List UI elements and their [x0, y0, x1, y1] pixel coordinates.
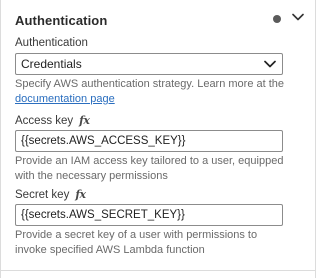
- access-key-help: Provide an IAM access key tailored to a …: [15, 155, 284, 182]
- authentication-select-value: Credentials: [21, 57, 82, 71]
- section-divider: [1, 270, 315, 271]
- secret-key-label: Secret key fx: [15, 188, 86, 201]
- fx-icon[interactable]: fx: [75, 188, 86, 201]
- access-key-input[interactable]: {{secrets.AWS_ACCESS_KEY}}: [15, 130, 283, 152]
- section-title: Authentication: [15, 12, 108, 28]
- secret-key-value: {{secrets.AWS_SECRET_KEY}}: [21, 209, 185, 221]
- secret-key-label-text: Secret key: [15, 188, 70, 201]
- authentication-label-text: Authentication: [15, 37, 88, 49]
- select-chevron-down-icon: [264, 57, 276, 71]
- access-key-value: {{secrets.AWS_ACCESS_KEY}}: [21, 135, 186, 147]
- authentication-section-header[interactable]: Authentication: [1, 0, 315, 40]
- authentication-help: Specify AWS authentication strategy. Lea…: [15, 77, 287, 107]
- documentation-link[interactable]: documentation page: [15, 93, 115, 105]
- access-key-label: Access key fx: [15, 114, 90, 127]
- header-actions: [273, 13, 304, 24]
- chevron-down-icon[interactable]: [291, 10, 305, 24]
- status-dot-icon: [273, 14, 281, 23]
- authentication-label: Authentication: [15, 37, 88, 49]
- authentication-help-text: Specify AWS authentication strategy. Lea…: [15, 78, 285, 90]
- access-key-label-text: Access key: [15, 114, 74, 127]
- properties-panel: Authentication Authentication Credential…: [0, 0, 316, 278]
- authentication-select[interactable]: Credentials: [15, 53, 283, 75]
- fx-icon[interactable]: fx: [79, 114, 90, 127]
- secret-key-input[interactable]: {{secrets.AWS_SECRET_KEY}}: [15, 204, 283, 226]
- secret-key-help: Provide a secret key of a user with perm…: [15, 229, 258, 256]
